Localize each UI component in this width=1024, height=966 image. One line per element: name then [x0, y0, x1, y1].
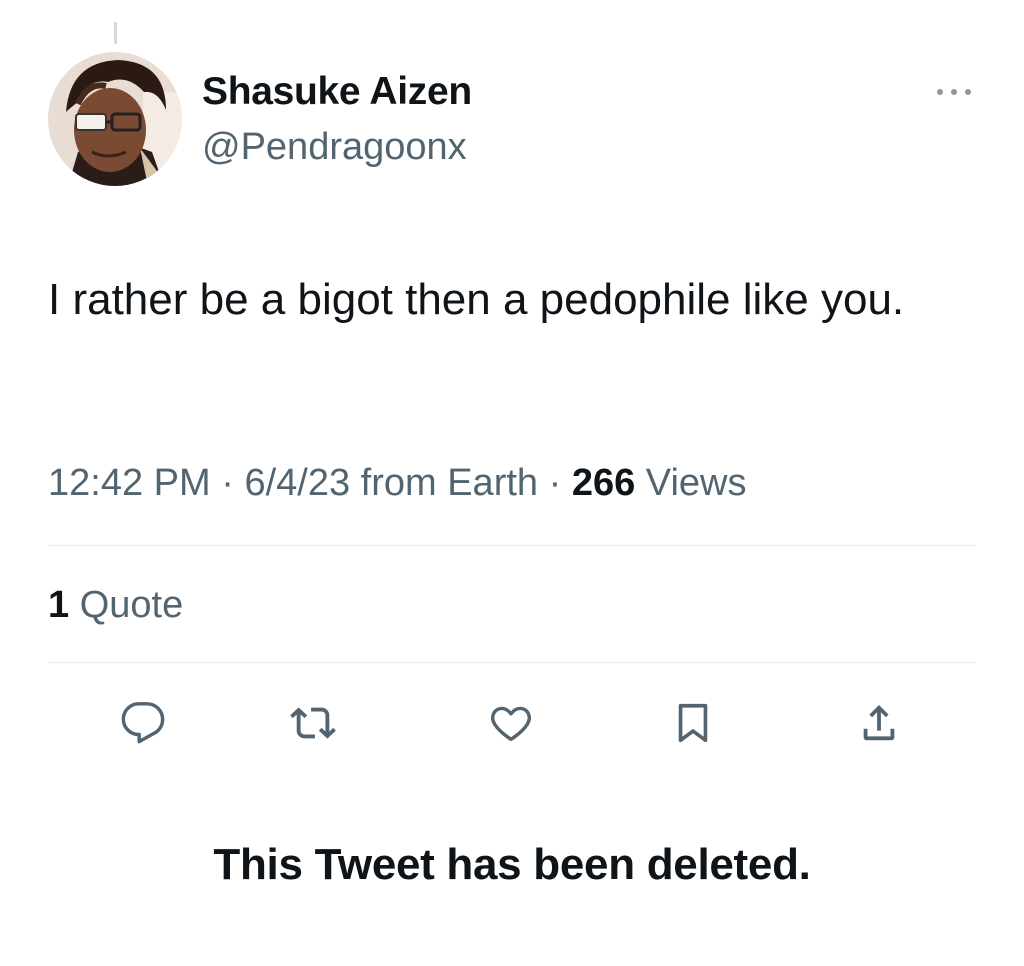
divider	[48, 545, 976, 546]
profile-avatar-icon	[48, 52, 182, 186]
avatar[interactable]	[48, 52, 182, 186]
reply-icon	[121, 702, 165, 744]
tweet-text: I rather be a bigot then a pedophile lik…	[48, 275, 905, 324]
reply-button[interactable]	[118, 698, 168, 748]
retweet-button[interactable]	[288, 698, 338, 748]
tweet-source: from Earth	[360, 462, 539, 504]
quote-count: 1	[48, 584, 70, 626]
bookmark-button[interactable]	[668, 698, 718, 748]
deleted-tweet-notice: This Tweet has been deleted.	[213, 840, 811, 889]
divider	[48, 662, 976, 663]
quote-label: Quote	[79, 584, 184, 626]
display-name[interactable]: Shasuke Aizen	[202, 70, 472, 114]
like-button[interactable]	[486, 698, 536, 748]
retweet-icon	[290, 707, 336, 739]
tweet-metadata: 12:42 PM · 6/4/23 from Earth · 266 Views	[48, 462, 746, 505]
share-icon	[863, 704, 895, 741]
user-handle[interactable]: @Pendragoonx	[202, 126, 467, 169]
quotes-link[interactable]: 1 Quote	[48, 584, 183, 627]
tweet-time[interactable]: 12:42 PM	[48, 462, 211, 504]
tweet-date[interactable]: 6/4/23	[244, 462, 350, 504]
more-options-icon[interactable]	[932, 82, 976, 102]
thread-connector-line	[114, 22, 117, 44]
bookmark-icon	[678, 703, 708, 743]
share-button[interactable]	[854, 698, 904, 748]
heart-icon	[491, 706, 531, 742]
views-label: Views	[645, 462, 747, 504]
meta-separator: ·	[221, 462, 234, 504]
meta-separator: ·	[548, 462, 562, 504]
views-count: 266	[571, 462, 636, 504]
